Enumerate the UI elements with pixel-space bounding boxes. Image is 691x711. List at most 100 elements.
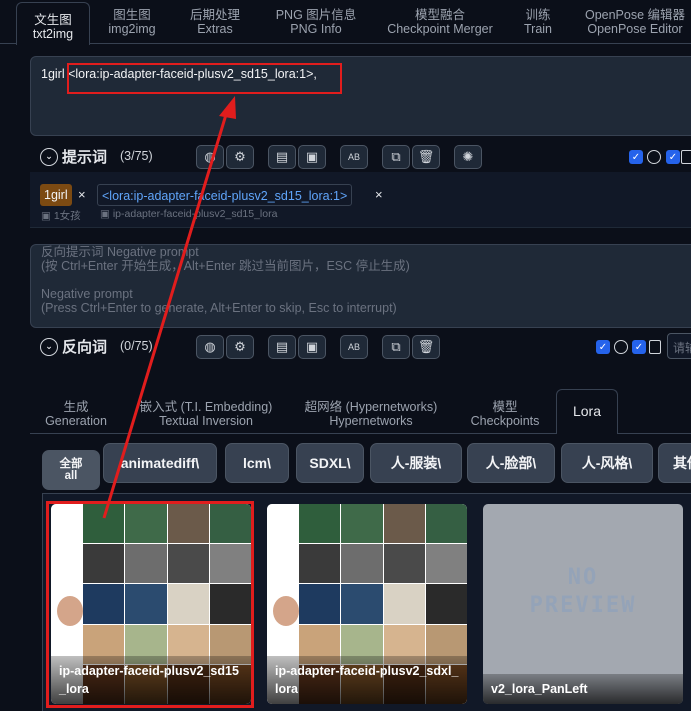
filter-all-sublabel: all — [64, 470, 78, 482]
placeholder-line: 反向提示词 Negative prompt — [41, 245, 199, 259]
tag-chip[interactable]: 1girl — [40, 184, 72, 206]
tab-label: 文生图 — [34, 13, 72, 27]
filter-button[interactable]: 人-脸部\ — [467, 443, 555, 483]
no-preview-image: NO PREVIEW — [529, 565, 637, 618]
prompt-token-count: (3/75) — [120, 149, 153, 163]
tab-label: 模型融合 — [414, 8, 465, 22]
tab-png-info[interactable]: PNG 图片信息 PNG Info — [270, 8, 362, 36]
bookmark-button[interactable]: ▣ — [298, 145, 326, 169]
tab-label: 训练 — [525, 8, 551, 22]
panel-icon[interactable] — [649, 340, 661, 354]
tag-translation-text: 1女孩 — [53, 210, 81, 222]
tab-label: PNG 图片信息 — [275, 8, 357, 22]
history-button[interactable]: ▤ — [268, 335, 296, 359]
tab-textual-inversion[interactable]: 嵌入式 (T.I. Embedding) Textual Inversion — [138, 400, 274, 428]
tab-hypernetworks[interactable]: 超网络 (Hypernetworks) Hypernetworks — [302, 400, 440, 428]
tab-openpose-editor[interactable]: OpenPose 编辑器 OpenPose Editor — [582, 8, 688, 36]
tab-checkpoint-merger[interactable]: 模型融合 Checkpoint Merger — [386, 8, 494, 36]
tab-label: 图生图 — [113, 8, 151, 22]
tab-sublabel: Checkpoints — [470, 414, 540, 428]
delete-button[interactable]: 🗑 — [412, 145, 440, 169]
globe-button[interactable]: ◍ — [196, 145, 224, 169]
trash-icon: 🗑 — [417, 149, 435, 164]
tab-sublabel: Textual Inversion — [159, 414, 253, 428]
lora-card[interactable]: ip-adapter-faceid-plusv2_sdxl_ lora — [267, 504, 467, 704]
clock-icon[interactable] — [614, 340, 628, 354]
tab-label: 后期处理 — [189, 8, 240, 22]
lora-card-title: ip-adapter-faceid-plusv2_sdxl_ lora — [267, 656, 467, 704]
checkbox[interactable]: ✓ — [596, 340, 610, 354]
negative-prompt-textarea[interactable]: 反向提示词 Negative prompt (按 Ctrl+Enter 开始生成… — [30, 244, 691, 328]
tab-label: 嵌入式 (T.I. Embedding) — [139, 400, 273, 414]
panel-icon[interactable] — [681, 150, 691, 164]
tab-sublabel: Checkpoint Merger — [387, 22, 493, 36]
tab-label: 生成 — [63, 400, 89, 414]
globe-icon: ◍ — [204, 339, 216, 354]
gear-icon: ⚙ — [234, 339, 246, 354]
filter-button[interactable]: 人-风格\ — [561, 443, 653, 483]
globe-icon: ◍ — [204, 149, 216, 164]
checkbox[interactable]: ✓ — [632, 340, 646, 354]
filter-button[interactable]: 人-服装\ — [370, 443, 462, 483]
placeholder-line: Negative prompt — [41, 287, 133, 301]
settings-button[interactable]: ⚙ — [226, 145, 254, 169]
card-highlight-box — [46, 501, 254, 708]
tag-translation: ▣ ip-adapter-faceid-plusv2_sd15_lora — [100, 208, 278, 220]
filter-all-button[interactable]: 全部 all — [42, 450, 100, 490]
card-title-line: lora — [275, 682, 298, 696]
tab-txt2img[interactable]: 文生图 txt2img — [16, 2, 90, 45]
tab-extras[interactable]: 后期处理 Extras — [184, 8, 246, 36]
copy-button[interactable]: ⧉ — [382, 335, 410, 359]
bookmark-icon: ▣ — [305, 149, 319, 164]
lora-card-title: v2_lora_PanLeft — [483, 674, 683, 704]
tab-sublabel: Hypernetworks — [329, 414, 413, 428]
history-button[interactable]: ▤ — [268, 145, 296, 169]
tag-remove-icon[interactable]: × — [375, 187, 383, 202]
tab-sublabel: PNG Info — [290, 22, 342, 36]
filter-button[interactable]: 其他 — [658, 443, 691, 483]
placeholder-line — [41, 273, 410, 287]
bookmark-button[interactable]: ▣ — [298, 335, 326, 359]
tab-sublabel: Train — [523, 22, 552, 36]
delete-button[interactable]: 🗑 — [412, 335, 440, 359]
tag-chip-lora[interactable]: <lora:ip-adapter-faceid-plusv2_sd15_lora… — [97, 184, 353, 206]
negative-row-title[interactable]: ⌄ 反向词 — [40, 336, 107, 357]
card-title-line: v2_lora_PanLeft — [491, 682, 588, 696]
tab-generation[interactable]: 生成 Generation — [44, 400, 108, 428]
tab-train[interactable]: 训练 Train — [520, 8, 556, 36]
tag-remove-icon[interactable]: × — [78, 187, 86, 202]
tab-img2img[interactable]: 图生图 img2img — [104, 8, 160, 36]
copy-button[interactable]: ⧉ — [382, 145, 410, 169]
checkbox[interactable]: ✓ — [629, 150, 643, 164]
filter-button[interactable]: SDXL\ — [296, 443, 364, 483]
prompt-title-label: 提示词 — [62, 149, 108, 166]
translate-button[interactable]: AB — [340, 335, 368, 359]
openai-button[interactable]: ✺ — [454, 145, 482, 169]
globe-button[interactable]: ◍ — [196, 335, 224, 359]
tab-label: OpenPose 编辑器 — [584, 8, 686, 22]
settings-button[interactable]: ⚙ — [226, 335, 254, 359]
prompt-row-title[interactable]: ⌄ 提示词 — [40, 146, 107, 167]
history-icon: ▤ — [275, 339, 289, 354]
tab-checkpoints[interactable]: 模型 Checkpoints — [468, 400, 542, 428]
checkbox[interactable]: ✓ — [666, 150, 680, 164]
tab-label: 模型 — [492, 400, 518, 414]
tab-lora[interactable]: Lora — [556, 389, 618, 434]
filter-button[interactable]: lcm\ — [225, 443, 289, 483]
translate-icon: AB — [347, 342, 360, 352]
tab-sublabel: OpenPose Editor — [587, 22, 683, 36]
gear-icon: ⚙ — [234, 149, 246, 164]
prompt-prefix: 1girl — [41, 67, 69, 81]
negative-token-count: (0/75) — [120, 339, 153, 353]
tab-sublabel: Extras — [197, 22, 233, 36]
clock-icon[interactable] — [647, 150, 661, 164]
trash-icon: 🗑 — [417, 339, 435, 354]
tag-translation: ▣ 1女孩 — [41, 210, 81, 222]
filter-button[interactable]: animatediff\ — [103, 443, 217, 483]
search-input[interactable]: 请输 — [667, 333, 691, 359]
placeholder-line: (按 Ctrl+Enter 开始生成，Alt+Enter 跳过当前图片，ESC … — [41, 259, 410, 273]
translate-button[interactable]: AB — [340, 145, 368, 169]
collapse-icon: ⌄ — [40, 337, 58, 356]
filter-all-label: 全部 — [59, 458, 83, 470]
lora-card[interactable]: NO PREVIEW v2_lora_PanLeft — [483, 504, 683, 704]
